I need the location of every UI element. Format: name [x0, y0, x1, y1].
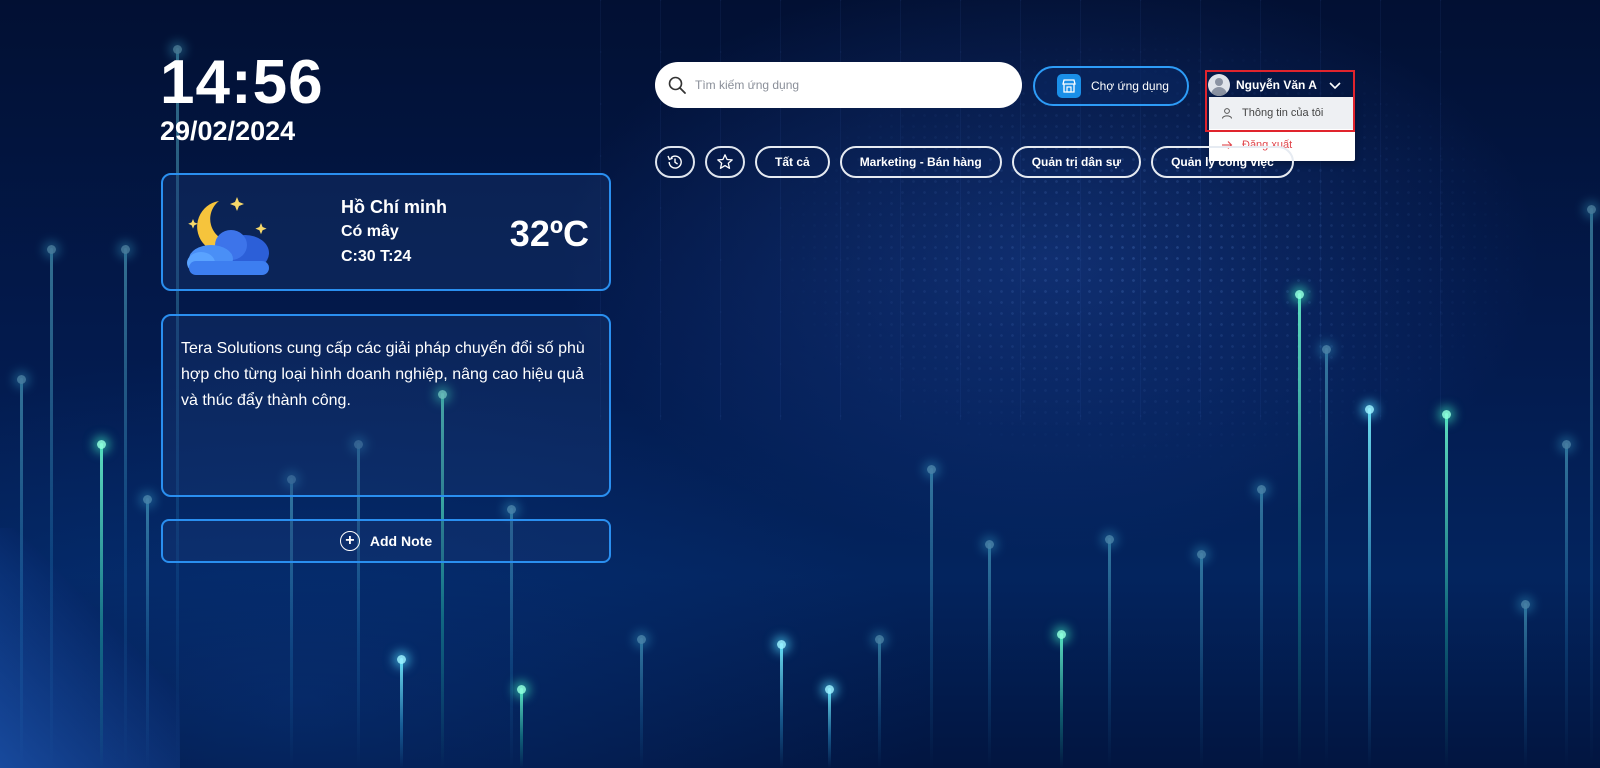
- favorite-filter-button[interactable]: [705, 146, 745, 178]
- note-text: Tera Solutions cung cấp các giải pháp ch…: [181, 340, 585, 409]
- store-icon: [1057, 74, 1081, 98]
- note-card[interactable]: Tera Solutions cung cấp các giải pháp ch…: [161, 314, 611, 497]
- history-icon: [667, 155, 682, 169]
- app-market-label: Chợ ứng dụng: [1091, 79, 1169, 93]
- search-input[interactable]: [695, 78, 995, 92]
- clock-date: 29/02/2024: [160, 116, 296, 146]
- chip-work-management[interactable]: Quản lý công việc: [1151, 146, 1294, 178]
- avatar: [1208, 74, 1230, 96]
- search-icon: [668, 76, 686, 94]
- chip-marketing-sales[interactable]: Marketing - Bán hàng: [839, 146, 1002, 178]
- add-note-button[interactable]: + Add Note: [161, 519, 611, 563]
- moon-cloud-icon: [187, 197, 269, 275]
- plus-circle-icon: +: [339, 531, 360, 551]
- weather-temperature: 32ºC: [509, 213, 589, 254]
- app-market-button[interactable]: Chợ ứng dụng: [1033, 66, 1189, 106]
- weather-card: Hồ Chí minh Có mây C:30 T:24 32ºC: [161, 173, 611, 291]
- chip-all[interactable]: Tất cả: [755, 146, 830, 178]
- search-bar[interactable]: [655, 62, 1022, 108]
- weather-temp-range: C:30 T:24: [341, 248, 412, 265]
- star-icon: [717, 154, 733, 169]
- category-filter-bar: Tất cả Marketing - Bán hàng Quản trị dân…: [655, 146, 1294, 178]
- user-icon: [1222, 108, 1232, 119]
- add-note-label: Add Note: [369, 533, 433, 549]
- chip-civil-management[interactable]: Quản trị dân sự: [1011, 146, 1142, 178]
- clock-time: 14:56: [160, 48, 324, 117]
- corner-glow-decoration: [0, 528, 180, 768]
- weather-condition: Có mây: [341, 223, 399, 240]
- history-filter-button[interactable]: [655, 146, 695, 178]
- user-name: Nguyễn Văn A: [1236, 78, 1317, 92]
- menu-item-label: Thông tin của tôi: [1242, 107, 1324, 119]
- weather-city: Hồ Chí minh: [341, 197, 447, 217]
- chevron-down-icon: [1329, 82, 1341, 90]
- menu-item-my-info[interactable]: Thông tin của tôi: [1209, 97, 1355, 129]
- user-menu-toggle[interactable]: Nguyễn Văn A: [1208, 73, 1352, 97]
